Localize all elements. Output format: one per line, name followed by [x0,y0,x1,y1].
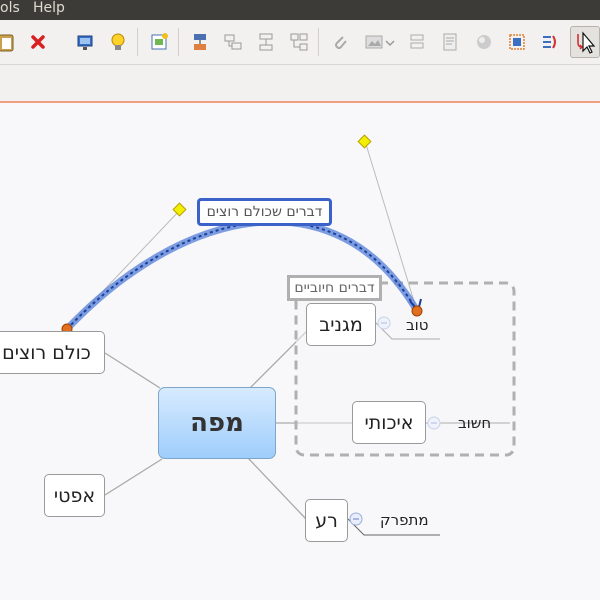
toolbar-separator [178,28,179,56]
notes-icon[interactable] [438,30,462,54]
chevron-down-icon[interactable] [378,30,402,54]
toolbar-separator [318,28,319,56]
boundary-label[interactable]: דברים חיוביים [287,275,382,301]
topic-bad[interactable]: רע [305,499,348,542]
branch-line [104,352,161,389]
idea-icon[interactable] [106,30,130,54]
subtopic-good[interactable]: טוב [406,316,429,334]
insert-subtopic-icon[interactable] [188,30,212,54]
insert-relationship-icon[interactable] [287,30,311,54]
control-handle[interactable] [357,134,372,149]
topic-apathy[interactable]: אפטי [44,474,105,517]
topic-quality[interactable]: איכותי [352,401,426,444]
marker-icon[interactable] [472,30,496,54]
relationship-endpoint[interactable] [411,305,423,317]
relationship-label[interactable]: דברים שכולם רוצים [197,198,332,226]
toolbar [0,20,600,65]
branch-line [247,457,307,520]
menu-help[interactable]: Help [33,0,65,17]
map-canvas[interactable]: מפה כולם רוצים אפטי מגניב איכותי רע טוב … [0,103,600,600]
tab-strip [0,65,600,103]
branch-line [104,458,163,496]
central-topic[interactable]: מפה [158,387,276,459]
insert-floating-topic-icon[interactable] [221,30,245,54]
boundary-icon[interactable] [405,30,429,54]
presentation-icon[interactable] [73,30,97,54]
control-handle[interactable] [172,202,187,217]
toolbar-separator [137,28,138,56]
summary-icon[interactable] [538,30,562,54]
subtopic-falling-apart[interactable]: מתפרק [380,511,429,529]
boundary-box-icon[interactable] [505,30,529,54]
attachment-icon[interactable] [328,30,352,54]
link-toggle-icon[interactable] [570,26,600,58]
topic-everyone-wants[interactable]: כולם רוצים [0,331,105,374]
menu-tools[interactable]: ols [0,0,20,17]
delete-icon[interactable] [26,30,50,54]
insert-summary-icon[interactable] [254,30,278,54]
insert-topic-icon[interactable] [147,30,171,54]
paste-icon[interactable] [0,30,18,54]
menu-bar: ols Help [0,0,600,20]
subtopic-important[interactable]: חשוב [458,414,491,432]
topic-cool[interactable]: מגניב [306,303,376,346]
